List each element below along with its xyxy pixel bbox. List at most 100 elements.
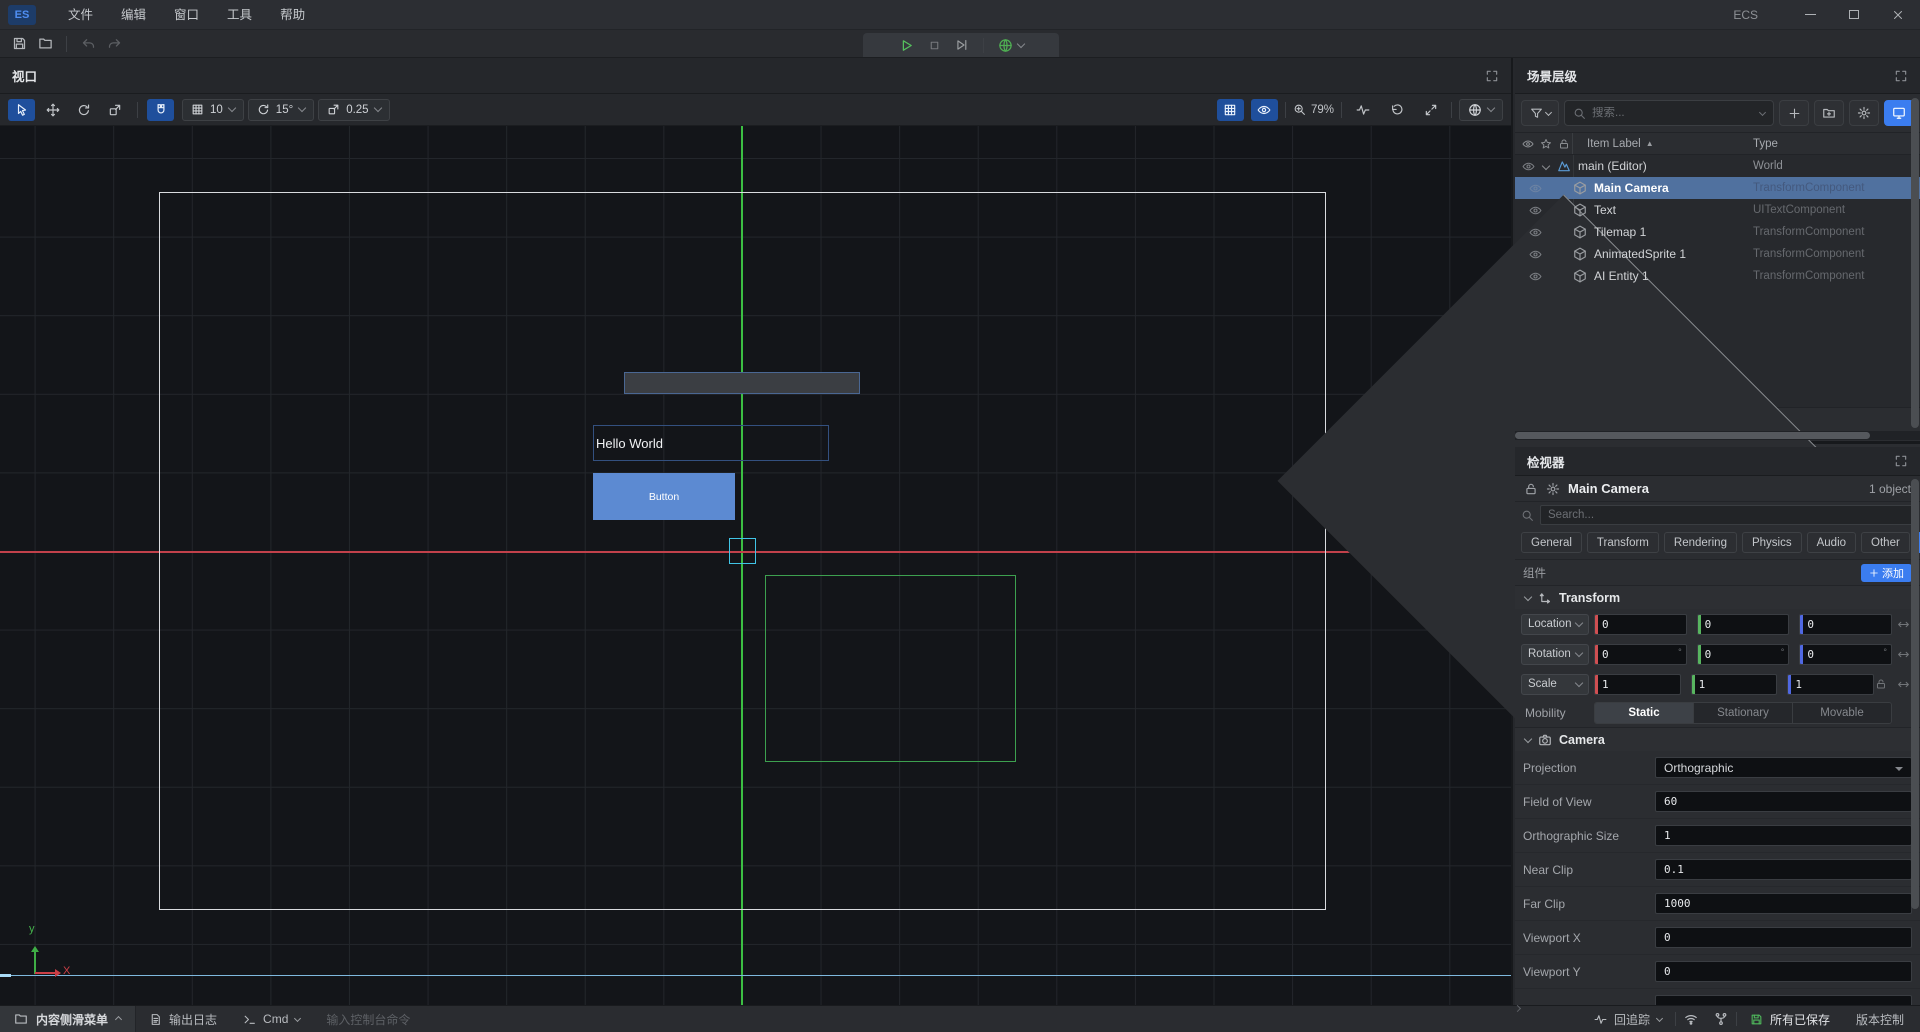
gear-icon[interactable] xyxy=(1546,482,1560,496)
location-x-field[interactable] xyxy=(1594,614,1687,635)
viewport-x-input[interactable] xyxy=(1664,928,1894,947)
tree-row-main-camera[interactable]: Main Camera TransformComponent xyxy=(1515,177,1920,199)
scale-z-field[interactable] xyxy=(1787,674,1874,695)
source-control-button[interactable] xyxy=(1706,1012,1736,1026)
viewport-expand-icon[interactable] xyxy=(1485,69,1499,83)
hierarchy-vscrollbar[interactable] xyxy=(1911,98,1919,428)
tree-row-text[interactable]: Text UITextComponent xyxy=(1515,199,1920,221)
version-control-button[interactable]: 版本控制 xyxy=(1843,1011,1920,1028)
rotation-x-input[interactable] xyxy=(1602,645,1675,664)
cmd-dropdown[interactable]: Cmd xyxy=(230,1012,313,1026)
rotation-x-field[interactable]: ° xyxy=(1594,644,1687,665)
display-mode-button[interactable] xyxy=(1884,100,1914,126)
rotation-snap-dropdown[interactable]: 15° xyxy=(248,99,314,121)
scale-snap-dropdown[interactable]: 0.25 xyxy=(318,99,389,121)
reset-view-button[interactable] xyxy=(1383,99,1410,121)
eye-icon[interactable] xyxy=(1522,138,1534,150)
projection-dropdown[interactable]: Orthographic xyxy=(1655,757,1912,778)
minimize-button[interactable] xyxy=(1788,0,1832,30)
hierarchy-settings-button[interactable] xyxy=(1849,100,1879,126)
tree-row-main[interactable]: main (Editor) World xyxy=(1515,155,1920,177)
menu-edit[interactable]: 编辑 xyxy=(107,0,160,30)
stats-toggle[interactable] xyxy=(1349,99,1376,121)
rotation-dropdown[interactable]: Rotation xyxy=(1521,644,1589,665)
add-entity-button[interactable] xyxy=(1779,100,1809,126)
chevron-down-icon[interactable] xyxy=(1542,162,1550,170)
rotation-y-field[interactable]: ° xyxy=(1697,644,1790,665)
tree-row-tilemap[interactable]: Tilemap 1 TransformComponent xyxy=(1515,221,1920,243)
rotation-z-input[interactable] xyxy=(1807,645,1880,664)
tab-general[interactable]: General xyxy=(1521,532,1582,553)
play-button[interactable] xyxy=(899,38,914,53)
mobility-stationary[interactable]: Stationary xyxy=(1694,703,1793,723)
near-clip-input[interactable] xyxy=(1664,860,1894,879)
hscrollbar-thumb[interactable] xyxy=(1515,432,1870,439)
scale-y-input[interactable] xyxy=(1699,675,1767,694)
location-x-input[interactable] xyxy=(1602,615,1675,634)
location-z-input[interactable] xyxy=(1807,615,1880,634)
far-clip-input[interactable] xyxy=(1664,894,1894,913)
tree-row-animatedsprite[interactable]: AnimatedSprite 1 TransformComponent xyxy=(1515,243,1920,265)
grid-snap-dropdown[interactable]: 10 xyxy=(182,99,244,121)
star-icon[interactable] xyxy=(1540,138,1552,150)
hierarchy-search-input[interactable] xyxy=(1592,107,1754,119)
stop-button[interactable] xyxy=(928,39,941,52)
close-button[interactable] xyxy=(1876,0,1920,30)
app-logo[interactable]: ES xyxy=(8,5,36,25)
eye-icon[interactable] xyxy=(1529,270,1542,283)
far-clip-field[interactable] xyxy=(1655,893,1912,914)
location-y-input[interactable] xyxy=(1705,615,1778,634)
tab-rendering[interactable]: Rendering xyxy=(1664,532,1737,553)
clipped-field[interactable] xyxy=(1655,995,1912,1005)
location-dropdown[interactable]: Location xyxy=(1521,614,1589,635)
rotation-y-input[interactable] xyxy=(1705,645,1778,664)
inspector-search-input[interactable] xyxy=(1548,509,1906,521)
add-component-button[interactable]: 添加 xyxy=(1861,564,1912,582)
scale-dropdown[interactable]: Scale xyxy=(1521,674,1589,695)
rotate-tool[interactable] xyxy=(70,99,97,121)
menu-tools[interactable]: 工具 xyxy=(213,0,266,30)
tilemap-bounds-rect[interactable] xyxy=(765,575,1016,762)
eye-icon[interactable] xyxy=(1522,160,1535,173)
eye-icon[interactable] xyxy=(1529,226,1542,239)
lock-icon[interactable] xyxy=(1558,138,1570,150)
hierarchy-expand-icon[interactable] xyxy=(1894,69,1908,83)
rotation-z-field[interactable]: ° xyxy=(1799,644,1892,665)
network-status[interactable] xyxy=(1676,1012,1706,1026)
eye-icon[interactable] xyxy=(1529,204,1542,217)
menu-window[interactable]: 窗口 xyxy=(160,0,213,30)
select-tool[interactable] xyxy=(8,99,35,121)
mobility-static[interactable]: Static xyxy=(1595,703,1694,723)
world-view-dropdown[interactable] xyxy=(1459,99,1503,121)
field-of-view-field[interactable] xyxy=(1655,791,1912,812)
run-target-dropdown[interactable] xyxy=(998,38,1024,53)
lock-icon[interactable] xyxy=(1524,482,1538,496)
viewport-x-field[interactable] xyxy=(1655,927,1912,948)
tab-audio[interactable]: Audio xyxy=(1807,532,1856,553)
ui-button-object[interactable]: Button xyxy=(593,473,735,520)
ui-text-object[interactable]: Hello World xyxy=(593,425,829,461)
location-z-field[interactable] xyxy=(1799,614,1892,635)
tree-row-ai-entity[interactable]: AI Entity 1 TransformComponent xyxy=(1515,265,1920,287)
location-y-field[interactable] xyxy=(1697,614,1790,635)
undo-button[interactable] xyxy=(75,33,101,55)
scale-x-field[interactable] xyxy=(1594,674,1681,695)
tab-other[interactable]: Other xyxy=(1861,532,1910,553)
scene-canvas[interactable]: Hello World Button y X xyxy=(0,126,1511,1005)
content-drawer-button[interactable]: 内容侧滑菜单 xyxy=(0,1006,136,1032)
trace-dropdown[interactable]: 回追踪 xyxy=(1581,1011,1675,1028)
output-log-button[interactable]: 输出日志 xyxy=(136,1011,230,1028)
viewport-y-field[interactable] xyxy=(1655,961,1912,982)
scale-x-input[interactable] xyxy=(1602,675,1670,694)
ui-panel-object[interactable] xyxy=(624,372,860,394)
column-item-label[interactable]: Item Label ▲ xyxy=(1573,138,1654,150)
orthographic-size-input[interactable] xyxy=(1664,826,1894,845)
hierarchy-hscrollbar[interactable] xyxy=(1515,431,1920,440)
field-of-view-input[interactable] xyxy=(1664,792,1894,811)
scale-z-input[interactable] xyxy=(1795,675,1863,694)
viewport-y-input[interactable] xyxy=(1664,962,1894,981)
move-tool[interactable] xyxy=(39,99,66,121)
column-type-label[interactable]: Type xyxy=(1753,138,1778,150)
menu-help[interactable]: 帮助 xyxy=(266,0,319,30)
tab-physics[interactable]: Physics xyxy=(1742,532,1802,553)
